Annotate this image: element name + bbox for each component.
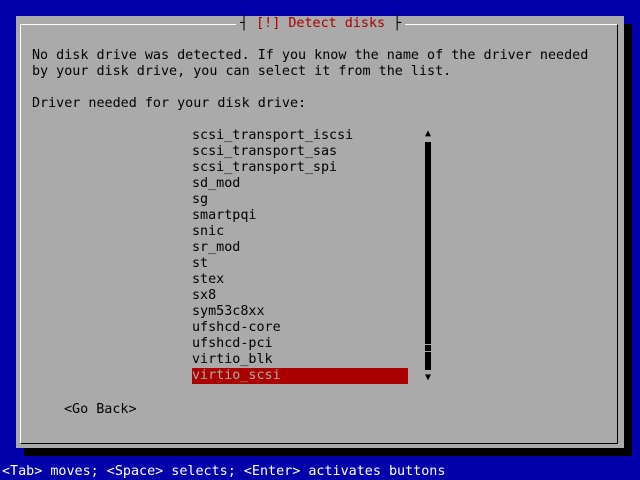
scroll-thumb[interactable] xyxy=(424,344,432,353)
driver-list[interactable]: scsi_transport_iscsi scsi_transport_sas sc… xyxy=(192,128,408,384)
driver-list-item[interactable]: stex xyxy=(192,272,408,288)
driver-list-item[interactable]: sr_mod xyxy=(192,240,408,256)
title-mark: [!] xyxy=(256,16,281,31)
go-back-button[interactable]: <Go Back> xyxy=(64,402,137,418)
dialog-title: ┤ [!] Detect disks ├ xyxy=(236,16,406,32)
driver-list-item[interactable]: sg xyxy=(192,192,408,208)
message-line-2: by your disk drive, you can select it fr… xyxy=(32,64,452,79)
scroll-down-arrow-icon[interactable]: ▼ xyxy=(424,372,432,384)
driver-list-item[interactable]: virtio_scsi xyxy=(192,368,408,384)
driver-list-item[interactable]: sym53c8xx xyxy=(192,304,408,320)
driver-list-item[interactable]: sd_mod xyxy=(192,176,408,192)
driver-list-item[interactable]: scsi_transport_sas xyxy=(192,144,408,160)
driver-list-item[interactable]: scsi_transport_iscsi xyxy=(192,128,408,144)
scroll-track[interactable] xyxy=(425,142,431,370)
message-line-1: No disk drive was detected. If you know … xyxy=(32,48,589,63)
driver-list-scrollbar[interactable]: ▲ ▼ xyxy=(424,128,432,384)
driver-prompt: Driver needed for your disk drive: xyxy=(32,96,307,111)
driver-list-item[interactable]: st xyxy=(192,256,408,272)
title-text: Detect disks xyxy=(288,16,386,31)
status-bar: <Tab> moves; <Space> selects; <Enter> ac… xyxy=(2,464,446,479)
driver-list-item[interactable]: snic xyxy=(192,224,408,240)
driver-list-item[interactable]: smartpqi xyxy=(192,208,408,224)
driver-list-item[interactable]: scsi_transport_spi xyxy=(192,160,408,176)
driver-list-item[interactable]: ufshcd-pci xyxy=(192,336,408,352)
installer-screen: ┤ [!] Detect disks ├ No disk drive was d… xyxy=(0,0,640,480)
scroll-up-arrow-icon[interactable]: ▲ xyxy=(424,128,432,140)
driver-list-item[interactable]: ufshcd-core xyxy=(192,320,408,336)
driver-list-item[interactable]: virtio_blk xyxy=(192,352,408,368)
detect-disks-dialog: ┤ [!] Detect disks ├ No disk drive was d… xyxy=(16,16,624,448)
driver-list-item[interactable]: sx8 xyxy=(192,288,408,304)
